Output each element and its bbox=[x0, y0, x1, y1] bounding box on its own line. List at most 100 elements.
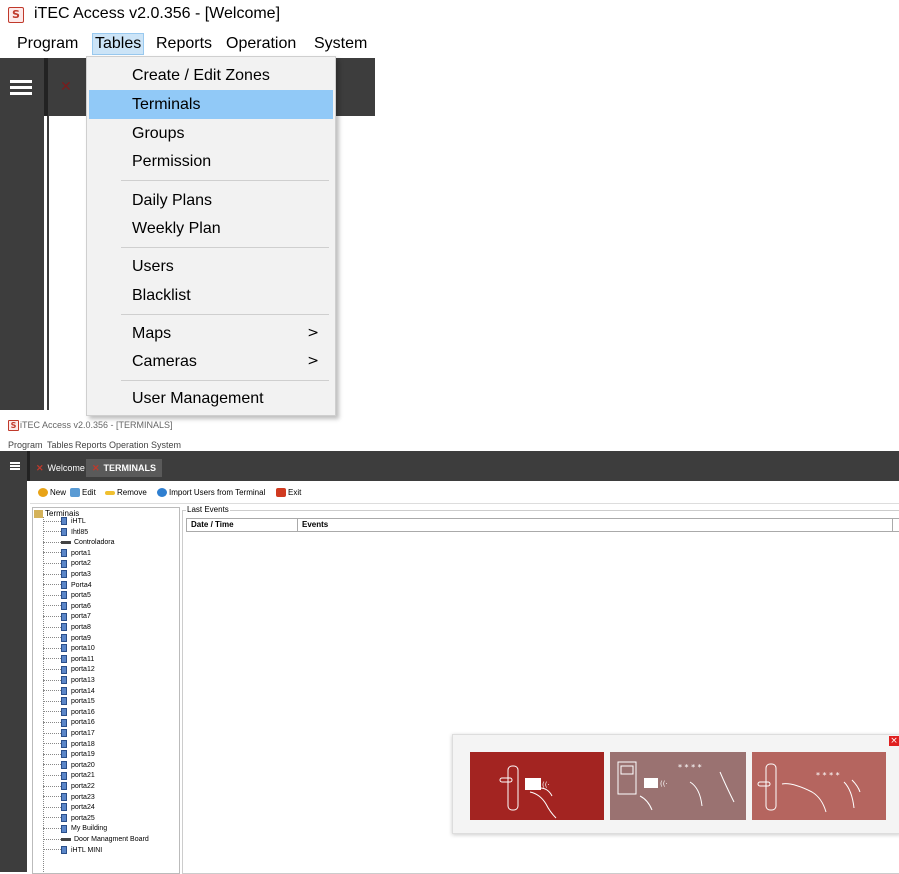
tree-item[interactable]: porta21 bbox=[43, 771, 95, 780]
tree-item-label: porta7 bbox=[71, 613, 91, 621]
menu-item-terminals[interactable]: Terminals bbox=[89, 90, 333, 119]
tree-connector bbox=[43, 647, 61, 649]
tree-item[interactable]: porta15 bbox=[43, 697, 95, 706]
tree-item[interactable]: porta8 bbox=[43, 623, 91, 632]
tree-item[interactable]: Ihtl85 bbox=[43, 527, 88, 537]
sidebar bbox=[0, 116, 44, 410]
card-access-illustration[interactable]: * * * * bbox=[752, 752, 886, 820]
menu-item-daily-plans[interactable]: Daily Plans bbox=[89, 186, 333, 215]
menu-item-maps[interactable]: Maps > bbox=[89, 319, 333, 348]
tree-item[interactable]: porta9 bbox=[43, 633, 91, 643]
tree-item-label: porta1 bbox=[71, 549, 91, 557]
menu-system[interactable]: System bbox=[151, 440, 181, 450]
terminal-icon bbox=[61, 676, 67, 685]
tree-item[interactable]: iHTL MINI bbox=[43, 845, 102, 855]
tree-item[interactable]: porta12 bbox=[43, 665, 95, 674]
tree-item[interactable]: porta24 bbox=[43, 803, 95, 812]
tree-item[interactable]: porta22 bbox=[43, 782, 95, 791]
column-events[interactable]: Events bbox=[302, 520, 328, 529]
tree-item[interactable]: porta19 bbox=[43, 750, 95, 759]
menu-item-weekly-plan[interactable]: Weekly Plan bbox=[89, 214, 333, 243]
menu-system[interactable]: System bbox=[311, 33, 370, 55]
menu-reports[interactable]: Reports bbox=[75, 440, 107, 450]
menu-program[interactable]: Program bbox=[14, 33, 81, 55]
tab-separator bbox=[44, 58, 48, 116]
tree-connector bbox=[43, 806, 61, 808]
tree-item[interactable]: porta1 bbox=[43, 548, 91, 558]
tree-item[interactable]: porta18 bbox=[43, 739, 95, 749]
tree-item[interactable]: porta25 bbox=[43, 813, 95, 823]
tab-welcome[interactable]: ✕ Welcome bbox=[36, 459, 85, 477]
folder-icon bbox=[34, 509, 43, 518]
menu-operation[interactable]: Operation bbox=[109, 440, 149, 450]
terminal-icon bbox=[61, 517, 67, 526]
menu-item-groups[interactable]: Groups bbox=[89, 119, 333, 148]
tree-item[interactable]: porta11 bbox=[43, 654, 94, 664]
menu-tables[interactable]: Tables bbox=[92, 33, 145, 55]
tree-item[interactable]: Door Managment Board bbox=[43, 835, 149, 844]
edit-icon bbox=[70, 488, 80, 498]
menu-operation[interactable]: Operation bbox=[223, 33, 299, 55]
edit-button[interactable]: Edit bbox=[70, 487, 96, 498]
tree-item[interactable]: Porta4 bbox=[43, 580, 92, 590]
tree-item[interactable]: porta5 bbox=[43, 591, 91, 600]
tab-terminals[interactable]: ✕ TERMINALS bbox=[86, 459, 163, 477]
tab-label: TERMINALS bbox=[103, 463, 157, 473]
terminal-icon bbox=[61, 782, 67, 791]
terminal-icon bbox=[61, 548, 67, 557]
tree-item[interactable]: My Building bbox=[43, 824, 107, 833]
tree-item[interactable]: porta23 bbox=[43, 792, 95, 802]
menu-item-user-management[interactable]: User Management bbox=[89, 384, 333, 413]
menu-separator bbox=[121, 314, 329, 315]
tree-item[interactable]: porta6 bbox=[43, 601, 91, 611]
tree-item[interactable]: porta13 bbox=[43, 676, 95, 685]
card-access-illustration[interactable]: ((· bbox=[470, 752, 604, 820]
tree-item[interactable]: porta20 bbox=[43, 760, 95, 770]
submenu-arrow-icon: > bbox=[307, 325, 319, 341]
exit-button[interactable]: Exit bbox=[276, 487, 301, 498]
hamburger-menu-icon[interactable] bbox=[10, 462, 20, 471]
hamburger-menu-icon[interactable] bbox=[10, 80, 32, 96]
tree-item[interactable]: porta16 bbox=[43, 707, 95, 717]
tree-item[interactable]: porta17 bbox=[43, 729, 95, 738]
tree-item-label: porta16 bbox=[71, 708, 95, 716]
card-access-illustration[interactable]: ((· * * * * bbox=[610, 752, 746, 820]
remove-button[interactable]: Remove bbox=[105, 487, 147, 498]
menu-item-create-edit-zones[interactable]: Create / Edit Zones bbox=[89, 61, 333, 90]
terminal-icon bbox=[61, 665, 67, 674]
menu-reports[interactable]: Reports bbox=[153, 33, 215, 55]
menu-tables[interactable]: Tables bbox=[47, 440, 73, 450]
menu-item-permission[interactable]: Permission bbox=[89, 147, 333, 176]
tree-item[interactable]: Controladora bbox=[43, 538, 114, 547]
close-icon[interactable]: × bbox=[889, 736, 899, 746]
menu-program[interactable]: Program bbox=[8, 440, 43, 450]
tab-close-icon[interactable]: ✕ bbox=[60, 78, 72, 95]
tab-close-icon[interactable]: ✕ bbox=[36, 463, 44, 473]
terminal-icon bbox=[61, 633, 67, 642]
tree-item[interactable]: iHTL bbox=[43, 517, 86, 526]
tree-item-label: porta6 bbox=[71, 602, 91, 610]
column-date-time[interactable]: Date / Time bbox=[191, 520, 234, 529]
import-users-button[interactable]: Import Users from Terminal bbox=[157, 487, 265, 498]
terminal-icon bbox=[61, 527, 67, 536]
tree-item[interactable]: porta14 bbox=[43, 686, 95, 696]
tab-close-icon[interactable]: ✕ bbox=[92, 463, 100, 473]
terminal-icon bbox=[61, 792, 67, 801]
tree-item-label: porta20 bbox=[71, 761, 95, 769]
svg-text:* * * *: * * * * bbox=[816, 771, 840, 780]
tree-item[interactable]: porta2 bbox=[43, 559, 91, 568]
tree-item[interactable]: porta16 bbox=[43, 718, 95, 727]
tree-item-label: porta10 bbox=[71, 645, 95, 653]
last-events-legend: Last Events bbox=[186, 505, 230, 514]
tree-item[interactable]: porta3 bbox=[43, 570, 91, 579]
menu-item-blacklist[interactable]: Blacklist bbox=[89, 281, 333, 310]
tree-item[interactable]: porta10 bbox=[43, 644, 95, 653]
app-logo-icon: S bbox=[8, 7, 24, 23]
tree-connector bbox=[43, 817, 61, 819]
menu-item-cameras[interactable]: Cameras > bbox=[89, 347, 333, 376]
tree-connector bbox=[43, 690, 61, 692]
new-button[interactable]: New bbox=[38, 487, 66, 498]
keypad-illustration-icon: ((· * * * * bbox=[617, 761, 735, 811]
tree-item[interactable]: porta7 bbox=[43, 612, 91, 621]
menu-item-users[interactable]: Users bbox=[89, 252, 333, 281]
